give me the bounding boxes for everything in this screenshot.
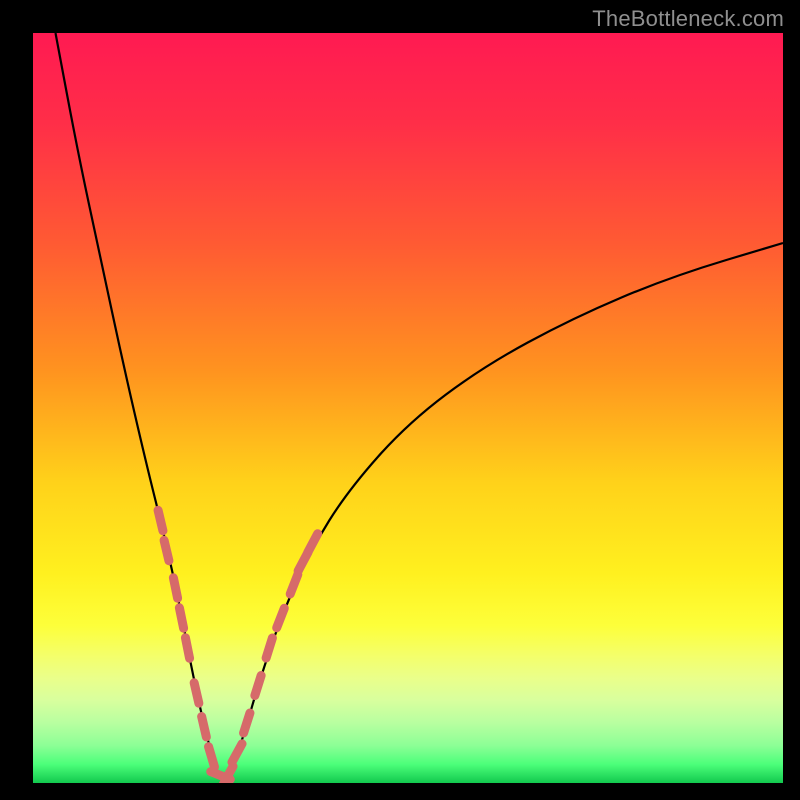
curve-marker [202,717,207,737]
curve-marker [173,578,177,599]
curve-marker [277,608,285,628]
curve-marker [179,608,183,629]
curve-marker [244,713,250,733]
curve-marker [232,744,242,762]
chart-frame: TheBottleneck.com [0,0,800,800]
curve-marker [209,747,215,767]
curve-marker [194,683,199,703]
curve-marker [266,638,272,658]
plot-area [33,33,783,783]
curve-line [56,33,784,776]
curve-markers [158,510,318,783]
curve-marker [308,534,318,553]
curve-marker [185,638,189,659]
curve-marker [164,540,169,560]
bottleneck-curve [33,33,783,783]
curve-marker [290,574,298,594]
curve-marker [158,510,163,530]
watermark-text: TheBottleneck.com [592,6,784,32]
curve-marker [255,675,261,695]
